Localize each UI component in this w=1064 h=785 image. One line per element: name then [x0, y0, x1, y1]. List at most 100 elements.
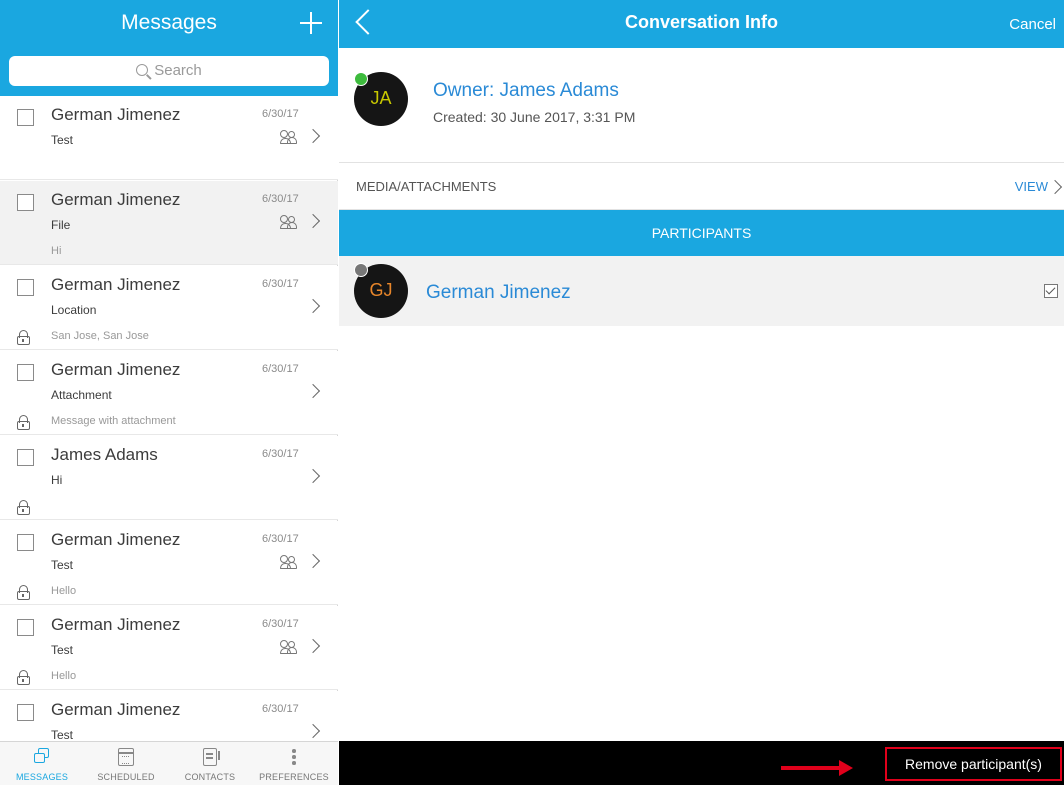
select-checkbox[interactable]	[17, 109, 34, 126]
message-list: German Jimenez 6/30/17 Test German Jimenez 6…	[0, 96, 338, 741]
new-message-plus-icon[interactable]	[296, 8, 326, 38]
chevron-right-icon	[305, 553, 321, 569]
tab-label: CONTACTS	[184, 772, 236, 782]
chevron-right-icon	[305, 213, 321, 229]
sender-name: German Jimenez	[51, 190, 181, 209]
red-arrow-head-icon	[839, 760, 853, 776]
lock-icon	[17, 585, 30, 600]
lock-icon	[17, 330, 30, 345]
group-icon	[280, 554, 298, 570]
tab-label: SCHEDULED	[97, 772, 155, 782]
lock-icon	[17, 500, 30, 515]
participant-name: German Jimenez	[426, 282, 571, 303]
chevron-right-icon	[305, 468, 321, 484]
tab-scheduled[interactable]: SCHEDULED	[84, 742, 168, 785]
sender-name: James Adams	[51, 445, 158, 464]
message-preview: Hello	[51, 585, 77, 597]
owner-section: JA Owner: James Adams Created: 30 June 2…	[339, 48, 1064, 163]
contacts-icon	[203, 748, 220, 766]
participants-label: PARTICIPANTS	[651, 225, 752, 241]
more-icon	[286, 748, 302, 766]
message-subject: Hi	[51, 473, 63, 487]
participants-header: PARTICIPANTS	[339, 210, 1064, 256]
cancel-button[interactable]: Cancel	[1009, 16, 1056, 33]
search-input[interactable]: Search	[9, 56, 329, 86]
messages-header: Messages	[0, 0, 338, 48]
message-preview: Hi	[51, 245, 62, 257]
chevron-right-icon	[305, 638, 321, 654]
tab-contacts[interactable]: CONTACTS	[168, 742, 252, 785]
media-attachments-label: MEDIA/ATTACHMENTS	[356, 179, 497, 194]
lock-icon	[17, 415, 30, 430]
sender-name: German Jimenez	[51, 105, 181, 124]
group-icon	[280, 214, 298, 230]
conversation-info-pane: Conversation Info Cancel JA Owner: James…	[339, 0, 1064, 785]
message-date: 6/30/17	[262, 278, 299, 290]
media-attachments-row[interactable]: MEDIA/ATTACHMENTS VIEW	[339, 164, 1064, 210]
chevron-right-icon	[305, 723, 321, 739]
message-subject: Location	[51, 303, 97, 317]
select-checkbox[interactable]	[17, 704, 34, 721]
offline-status-icon	[354, 263, 368, 277]
message-date: 6/30/17	[262, 533, 299, 545]
tab-messages[interactable]: MESSAGES	[0, 742, 84, 785]
message-list-item[interactable]: German Jimenez 6/30/17 Attachment Message w…	[0, 351, 338, 435]
tab-label: MESSAGES	[15, 772, 69, 782]
messages-pane: Messages Search German Jimenez 6/30/17 Tes…	[0, 0, 338, 785]
message-date: 6/30/17	[262, 618, 299, 630]
message-list-item[interactable]: German Jimenez 6/30/17 Test Hello	[0, 606, 338, 690]
chevron-right-icon	[305, 383, 321, 399]
message-list-item[interactable]: German Jimenez 6/30/17 File Hi	[0, 181, 338, 265]
red-arrow-icon	[781, 766, 841, 770]
search-placeholder: Search	[154, 62, 202, 79]
action-bar: Remove participant(s)	[339, 741, 1064, 785]
participant-checkbox[interactable]	[1044, 284, 1058, 298]
group-icon	[280, 129, 298, 145]
select-checkbox[interactable]	[17, 364, 34, 381]
group-icon	[280, 639, 298, 655]
message-date: 6/30/17	[262, 108, 299, 120]
search-icon	[136, 64, 149, 76]
view-link[interactable]: VIEW	[1015, 179, 1048, 194]
message-preview: Hello	[51, 670, 77, 682]
sender-name: German Jimenez	[51, 615, 181, 634]
sender-name: German Jimenez	[51, 700, 181, 719]
search-bar: Search	[0, 48, 338, 96]
message-subject: Test	[51, 728, 74, 741]
select-checkbox[interactable]	[17, 279, 34, 296]
select-checkbox[interactable]	[17, 534, 34, 551]
owner-initials: JA	[370, 88, 392, 108]
chevron-right-icon	[305, 128, 321, 144]
calendar-icon	[118, 748, 134, 766]
message-subject: File	[51, 218, 71, 232]
message-preview: San Jose, San Jose	[51, 330, 149, 342]
message-date: 6/30/17	[262, 193, 299, 205]
tab-preferences[interactable]: PREFERENCES	[252, 742, 336, 785]
message-subject: Test	[51, 133, 74, 147]
message-list-item[interactable]: German Jimenez 6/30/17 Test Hello	[0, 521, 338, 605]
message-date: 6/30/17	[262, 448, 299, 460]
participant-row[interactable]: GJ German Jimenez	[339, 256, 1064, 326]
message-subject: Attachment	[51, 388, 112, 402]
lock-icon	[17, 670, 30, 685]
select-checkbox[interactable]	[17, 619, 34, 636]
message-date: 6/30/17	[262, 703, 299, 715]
page-title: Conversation Info	[624, 12, 778, 32]
sender-name: German Jimenez	[51, 530, 181, 549]
messages-icon	[34, 748, 50, 766]
message-list-item[interactable]: German Jimenez 6/30/17 Location San Jose, S…	[0, 266, 338, 350]
message-list-item[interactable]: German Jimenez 6/30/17 Test	[0, 96, 338, 180]
message-preview: Message with attachment	[51, 415, 176, 427]
remove-participants-button[interactable]: Remove participant(s)	[885, 747, 1062, 781]
tab-bar: MESSAGES SCHEDULED CONTACTS PREFERENCES	[0, 741, 338, 785]
message-subject: Test	[51, 558, 74, 572]
created-date: Created: 30 June 2017, 3:31 PM	[433, 109, 636, 125]
conversation-info-header: Conversation Info Cancel	[339, 0, 1064, 48]
message-list-item[interactable]: James Adams 6/30/17 Hi	[0, 436, 338, 520]
chevron-right-icon	[1047, 179, 1063, 195]
owner-name[interactable]: Owner: James Adams	[433, 80, 619, 102]
message-list-item[interactable]: German Jimenez 6/30/17 Test	[0, 691, 338, 741]
select-checkbox[interactable]	[17, 449, 34, 466]
select-checkbox[interactable]	[17, 194, 34, 211]
online-status-icon	[354, 72, 368, 86]
